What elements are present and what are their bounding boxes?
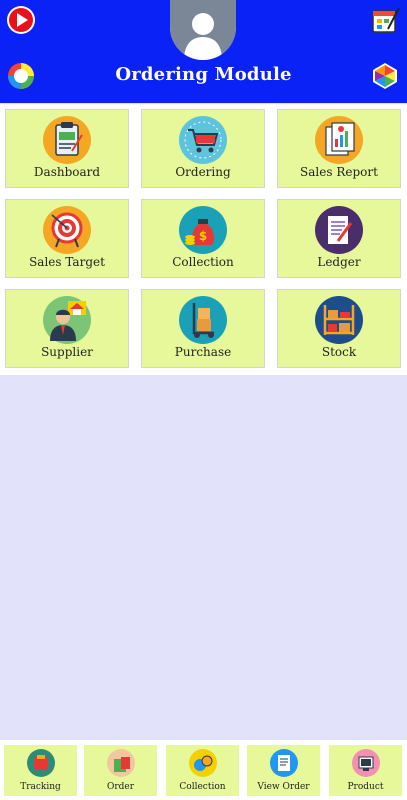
page-title: Ordering Module (115, 64, 292, 85)
tile-label: Sales Report (300, 165, 378, 179)
warehouse-shelf-icon (314, 295, 364, 345)
nav-label: Tracking (20, 782, 61, 792)
nav-item-collection[interactable]: Collection (166, 745, 239, 796)
shopping-bag-icon (106, 748, 136, 778)
tile-label: Stock (321, 345, 357, 359)
tile-label: Collection (172, 255, 234, 269)
tile-label: Ordering (175, 165, 231, 179)
sales-report-tile[interactable]: Sales Report (278, 110, 400, 187)
tile-label: Purchase (174, 345, 232, 359)
report-chart-icon (314, 115, 364, 165)
tile-label: Ledger (317, 255, 361, 269)
nav-item-order[interactable]: Order (84, 745, 157, 796)
svg-text:$: $ (199, 229, 207, 243)
youtube-play-icon[interactable] (6, 5, 36, 35)
nav-label: Order (106, 782, 135, 792)
money-bag-icon: $ (178, 205, 228, 255)
supplier-person-icon (42, 295, 92, 345)
nav-label: Product (347, 782, 384, 792)
app-header: Ordering Module (0, 0, 407, 103)
document-pen-icon (314, 205, 364, 255)
triangle-hexagon-logo-icon[interactable] (370, 61, 400, 91)
nav-item-product[interactable]: Product (329, 745, 402, 796)
nav-label: Collection (179, 782, 226, 792)
ordering-tile[interactable]: Ordering (142, 110, 264, 187)
nav-item-view-order[interactable]: View Order (247, 745, 320, 796)
coins-icon (188, 748, 218, 778)
sales-target-tile[interactable]: Sales Target (6, 200, 128, 277)
target-icon (42, 205, 92, 255)
tile-label: Supplier (41, 345, 93, 359)
collection-tile[interactable]: $ Collection (142, 200, 264, 277)
clipboard-icon (42, 115, 92, 165)
dashboard-tile[interactable]: Dashboard (6, 110, 128, 187)
module-grid: Dashboard Ordering Sales Report Sales Ta… (0, 104, 407, 375)
user-avatar-icon[interactable] (170, 0, 236, 60)
tile-label: Dashboard (33, 165, 101, 179)
supplier-tile[interactable]: Supplier (6, 290, 128, 367)
tracking-icon (26, 748, 56, 778)
nav-item-tracking[interactable]: Tracking (4, 745, 77, 796)
hand-truck-icon (178, 295, 228, 345)
calendar-edit-icon[interactable] (371, 5, 401, 35)
nav-label: View Order (257, 782, 310, 792)
bottom-nav: Tracking Order Collection View Order Pro… (0, 740, 407, 800)
tile-label: Sales Target (29, 255, 105, 269)
shopping-cart-icon (178, 115, 228, 165)
stock-tile[interactable]: Stock (278, 290, 400, 367)
product-box-icon (351, 748, 381, 778)
ledger-tile[interactable]: Ledger (278, 200, 400, 277)
order-list-icon (269, 748, 299, 778)
purchase-tile[interactable]: Purchase (142, 290, 264, 367)
